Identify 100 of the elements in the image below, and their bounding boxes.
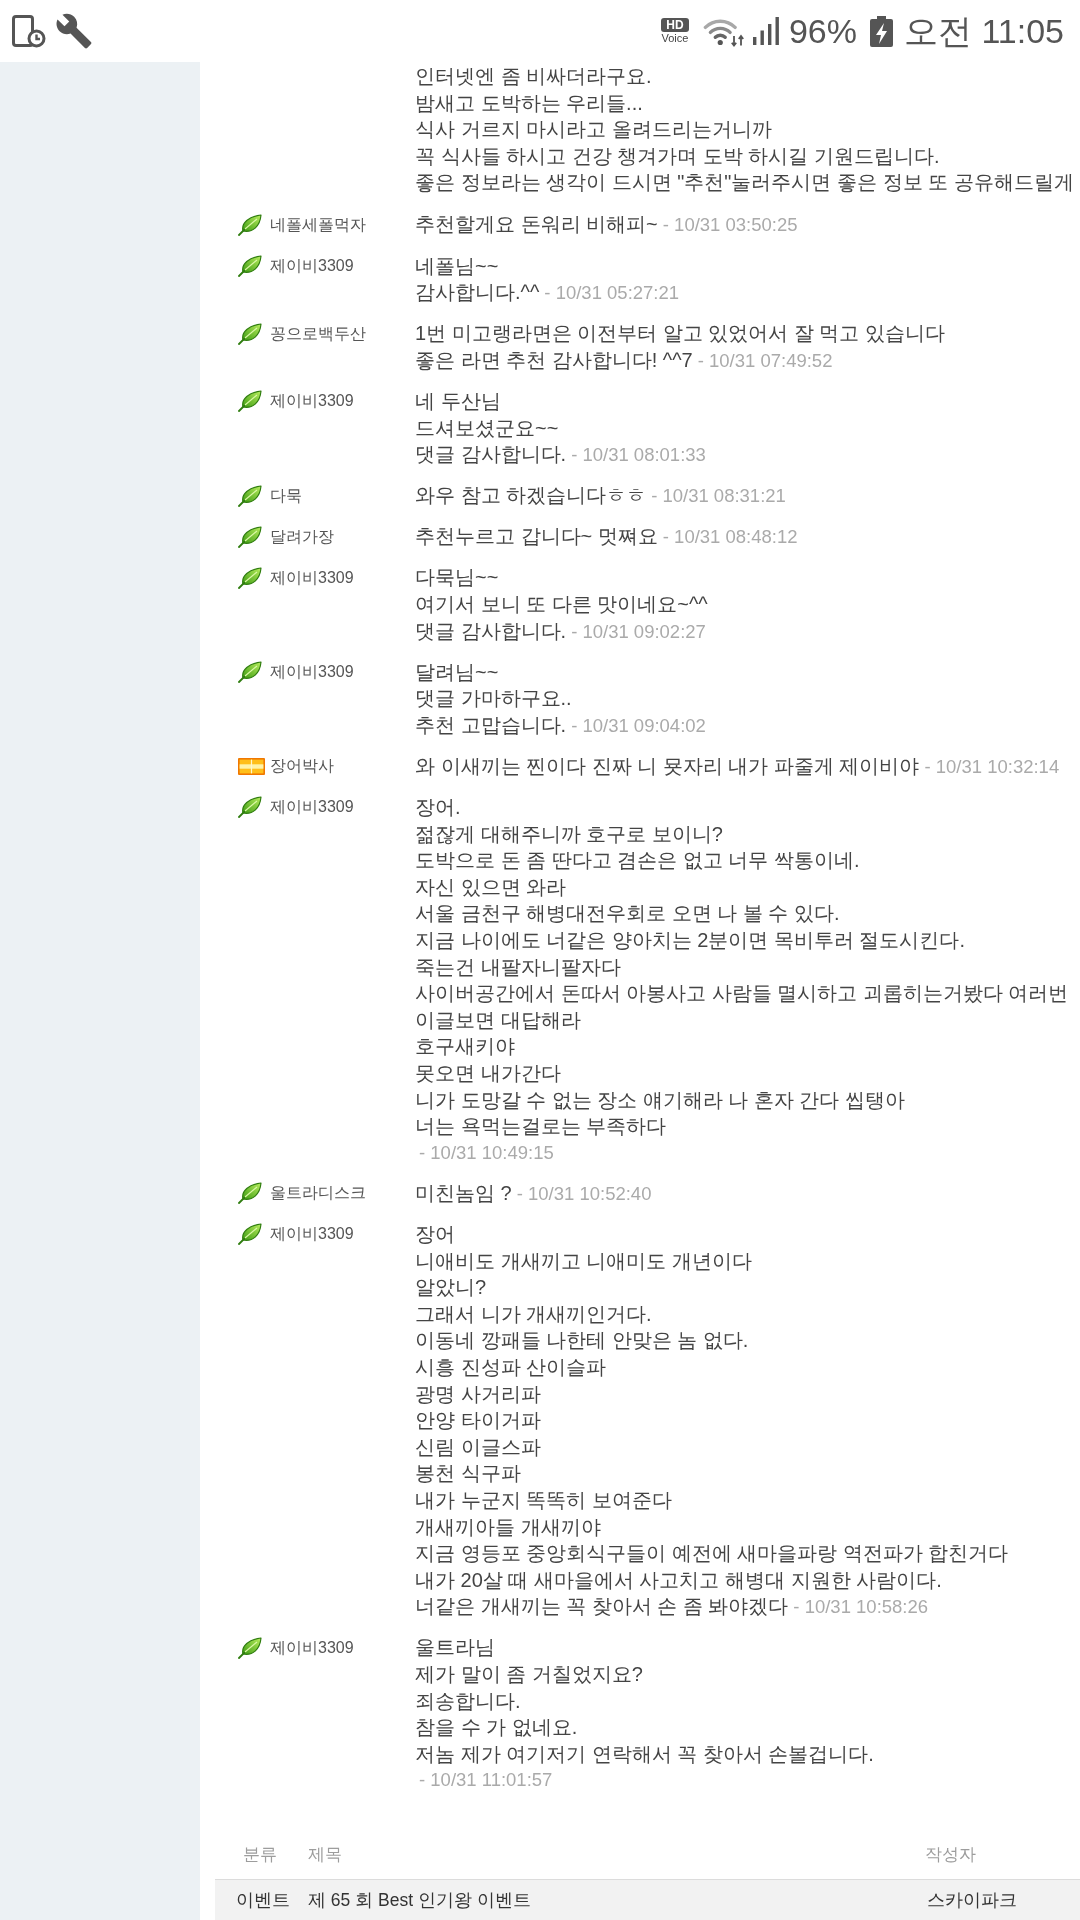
comment-line: 죽는건 내팔자니팔자다 [415, 954, 621, 980]
author-name: 제이비3309 [270, 1224, 354, 1245]
comment-line: 죄송합니다. [415, 1688, 521, 1714]
leaf-icon [238, 661, 262, 683]
clock-time: 오전 11:05 [904, 11, 1064, 51]
comment-line: 사이버공간에서 돈따서 아봉사고 사람들 멸시하고 괴롭히는거봤다 여러번 [415, 981, 1069, 1007]
comment-line: 참을 수 가 없네요. [415, 1715, 578, 1741]
comment-line: 여기서 보니 또 다른 맛이네요~^^ [415, 592, 708, 617]
signal-icon [750, 17, 781, 45]
comment-line: 너같은 개새끼는 꼭 찾아서 손 좀 봐야겠다 [415, 1595, 789, 1618]
comment-line: 광명 사거리파 [415, 1381, 541, 1407]
author-name: 울트라디스크 [270, 1183, 366, 1204]
author-name: 제이비3309 [270, 1637, 354, 1658]
comment-line: 꼭 식사들 하시고 건강 챙겨가며 도박 하시길 기원드립니다. [415, 143, 940, 169]
comment-line: 호구새키야 [415, 1034, 515, 1060]
comment-line: 장어 [415, 1221, 455, 1247]
comment-line: 댓글 감사합니다. [415, 443, 567, 466]
table-cell-text: 이벤트 [236, 1889, 290, 1912]
leaf-icon [238, 1223, 262, 1246]
comment-line: 그래서 니가 개새끼인거다. [415, 1301, 652, 1327]
comment-line: 젊잖게 대해주니까 호구로 보이니? [415, 821, 723, 847]
comment-line: 추천 고맙습니다. [415, 713, 567, 736]
comment-line: 네폴님~~ [415, 253, 499, 279]
table-cell-text: 제 65 회 Best 인기왕 이벤트 [308, 1889, 531, 1912]
comment-line: 달려님~~ [415, 659, 499, 685]
comment-line: 니애비도 개새끼고 니애미도 개년이다 [415, 1248, 752, 1274]
table-cell-text: 스카이파크 [927, 1889, 1017, 1912]
comment-line: 내가 누군지 똑똑히 보여준다 [415, 1487, 672, 1513]
comment-line: 못오면 내가간다 [415, 1061, 561, 1086]
comment-timestamp: - 10/31 09:04:02 [571, 714, 706, 736]
comment-timestamp: - 10/31 08:01:33 [571, 444, 706, 466]
comment-timestamp: - 10/31 03:50:25 [662, 214, 798, 236]
author-name: 다묵 [270, 485, 302, 506]
comment-line: 봉천 식구파 [415, 1461, 521, 1487]
comment-line: 추천할게요 돈워리 비해피~ [415, 213, 658, 236]
comment-line: 시흥 진성파 산이슬파 [415, 1354, 607, 1380]
comment-line: 추천누르고 갑니다~ 멋쪄요 [415, 525, 658, 548]
bar-icon [238, 757, 265, 775]
comment-timestamp: - 10/31 08:31:21 [651, 485, 786, 507]
comment-line: 이동네 깡패들 나한테 안맞은 놈 없다. [415, 1328, 749, 1354]
comment-line: 신림 이글스파 [415, 1434, 541, 1460]
comment-line: 식사 거르지 마시라고 올려드리는거니까 [415, 117, 772, 143]
author-name: 꽁으로백두산 [270, 323, 366, 344]
comment-line: 1번 미고랭라면은 이전부터 알고 있었어서 잘 먹고 있습니다 [415, 321, 946, 347]
column-header: 작성자 [925, 1843, 976, 1866]
document-clock-icon [12, 14, 46, 48]
comment-line: 인터넷엔 좀 비싸더라구요. [415, 64, 652, 89]
author-name: 제이비3309 [270, 255, 354, 276]
comment-line: 밤새고 도박하는 우리들... [415, 90, 643, 116]
battery-icon [870, 15, 893, 47]
author-name: 제이비3309 [270, 391, 354, 412]
column-header: 분류 [243, 1843, 277, 1866]
hd-badge: HD [661, 17, 689, 32]
comment-line: 와우 참고 하겠습니다ㅎㅎ [415, 484, 647, 507]
comment-line: 자신 있으면 와라 [415, 874, 567, 900]
comment-line: 이글보면 대답해라 [415, 1007, 581, 1033]
comment-line: 지금 나이에도 너같은 양아치는 2분이면 목비투러 절도시킨다. [415, 928, 966, 954]
comment-line: 지금 영등포 중앙회식구들이 예전에 새마을파랑 역전파가 합친거다 [415, 1541, 1009, 1567]
author-name: 제이비3309 [270, 567, 354, 588]
comment-line: 내가 20살 때 새마을에서 사고치고 해병대 지원한 사람이다. [415, 1567, 942, 1593]
comment-line: 네 두산님 [415, 388, 501, 414]
column-header: 제목 [308, 1843, 342, 1866]
comment-line: 제가 말이 좀 거칠었지요? [415, 1661, 643, 1687]
comment-line: 알았니? [415, 1275, 487, 1301]
comment-line: 드셔보셨군요~~ [415, 415, 559, 441]
leaf-icon [238, 322, 262, 345]
comment-timestamp: - 10/31 11:01:57 [419, 1768, 553, 1793]
author-name: 제이비3309 [270, 797, 354, 818]
comment-line: 안양 타이거파 [415, 1408, 541, 1434]
comment-timestamp: - 10/31 10:52:40 [516, 1182, 652, 1204]
comment-line: 니가 도망갈 수 없는 장소 얘기해라 나 혼자 간다 씹탱아 [415, 1087, 905, 1113]
comment-line: 댓글 감사합니다. [415, 619, 567, 642]
battery-percentage: 96% [788, 11, 857, 51]
comment-line: 저놈 제가 여기저기 연락해서 꼭 찾아서 손볼겁니다. [415, 1741, 874, 1767]
comment-line: 좋은 라면 추천 감사합니다! ^^7 [415, 348, 693, 371]
comment-line: 좋은 정보라는 생각이 드시면 "추천"눌러주시면 좋은 정보 또 공유해드릴게 [415, 170, 1074, 196]
leaf-icon [238, 484, 262, 507]
leaf-icon [238, 254, 262, 277]
comment-line: 장어. [415, 795, 461, 821]
comment-line: 와 이새끼는 찐이다 진짜 니 묫자리 내가 파줄게 제이비야 [415, 754, 920, 777]
board-row[interactable]: 이벤트 제 65 회 Best 인기왕 이벤트 스카이파크 [215, 1880, 1080, 1920]
comment-timestamp: - 10/31 09:02:27 [571, 620, 706, 642]
comment-timestamp: - 10/31 08:48:12 [662, 526, 798, 548]
comment-timestamp: - 10/31 10:32:14 [924, 755, 1060, 777]
leaf-icon [238, 566, 262, 589]
author-name: 제이비3309 [270, 662, 354, 682]
comment-line: 다묵님~~ [415, 565, 499, 591]
comment-line: 서울 금천구 해병대전우회로 오면 나 볼 수 있다. [415, 901, 840, 927]
comment-line: 댓글 가마하구요.. [415, 686, 572, 712]
comment-line: 개새끼아들 개새끼야 [415, 1514, 601, 1540]
voice-label: Voice [661, 31, 689, 45]
leaf-icon [238, 1182, 262, 1205]
author-name: 네폴세폴먹자 [270, 214, 366, 235]
leaf-icon [238, 390, 262, 413]
author-name: 장어박사 [270, 756, 334, 777]
comment-timestamp: - 10/31 10:49:15 [419, 1140, 554, 1165]
comment-line: 도박으로 돈 좀 딴다고 겸손은 없고 너무 싹통이네. [415, 848, 860, 874]
leaf-icon [238, 1636, 262, 1659]
comment-line: 너는 욕먹는걸로는 부족하다 [415, 1114, 667, 1140]
comment-line: 울트라님 [415, 1635, 495, 1661]
